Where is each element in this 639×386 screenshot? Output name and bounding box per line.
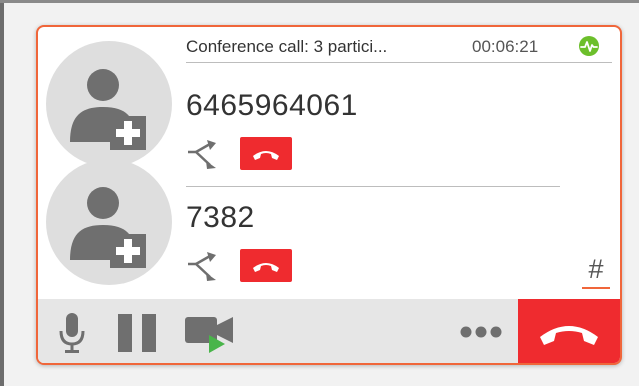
- add-contact-icon: [70, 69, 146, 150]
- call-toolbar: [38, 299, 620, 363]
- participant-2-hangup-button[interactable]: [240, 249, 292, 282]
- split-call-icon[interactable]: [186, 140, 222, 170]
- microphone-icon[interactable]: [56, 311, 88, 355]
- participant-2-avatar[interactable]: [46, 159, 172, 285]
- window-frame-top: [0, 0, 639, 3]
- hangup-icon: [540, 326, 598, 345]
- hangup-icon: [253, 151, 279, 160]
- split-call-icon[interactable]: [186, 252, 222, 282]
- conference-call-card: Conference call: 3 partici... 00:06:21 6…: [36, 25, 622, 365]
- video-camera-icon[interactable]: [183, 311, 237, 355]
- pause-icon[interactable]: [114, 312, 162, 354]
- add-contact-icon: [70, 187, 146, 268]
- hangup-icon: [253, 263, 279, 272]
- more-icon[interactable]: [458, 323, 504, 341]
- participant-1-hangup-button[interactable]: [240, 137, 292, 170]
- window-frame-left: [0, 0, 4, 386]
- participant-2-number: 7382: [186, 201, 255, 234]
- dialpad-button[interactable]: #: [582, 253, 610, 289]
- activity-pulse-icon: [579, 36, 599, 56]
- conference-header: Conference call: 3 partici... 00:06:21: [186, 33, 612, 63]
- end-call-button[interactable]: [518, 299, 620, 363]
- participant-1-number: 6465964061: [186, 89, 358, 122]
- participant-divider: [186, 186, 560, 187]
- call-timer: 00:06:21: [472, 37, 539, 56]
- conference-title: Conference call: 3 partici...: [186, 37, 388, 56]
- participant-1-avatar[interactable]: [46, 41, 172, 167]
